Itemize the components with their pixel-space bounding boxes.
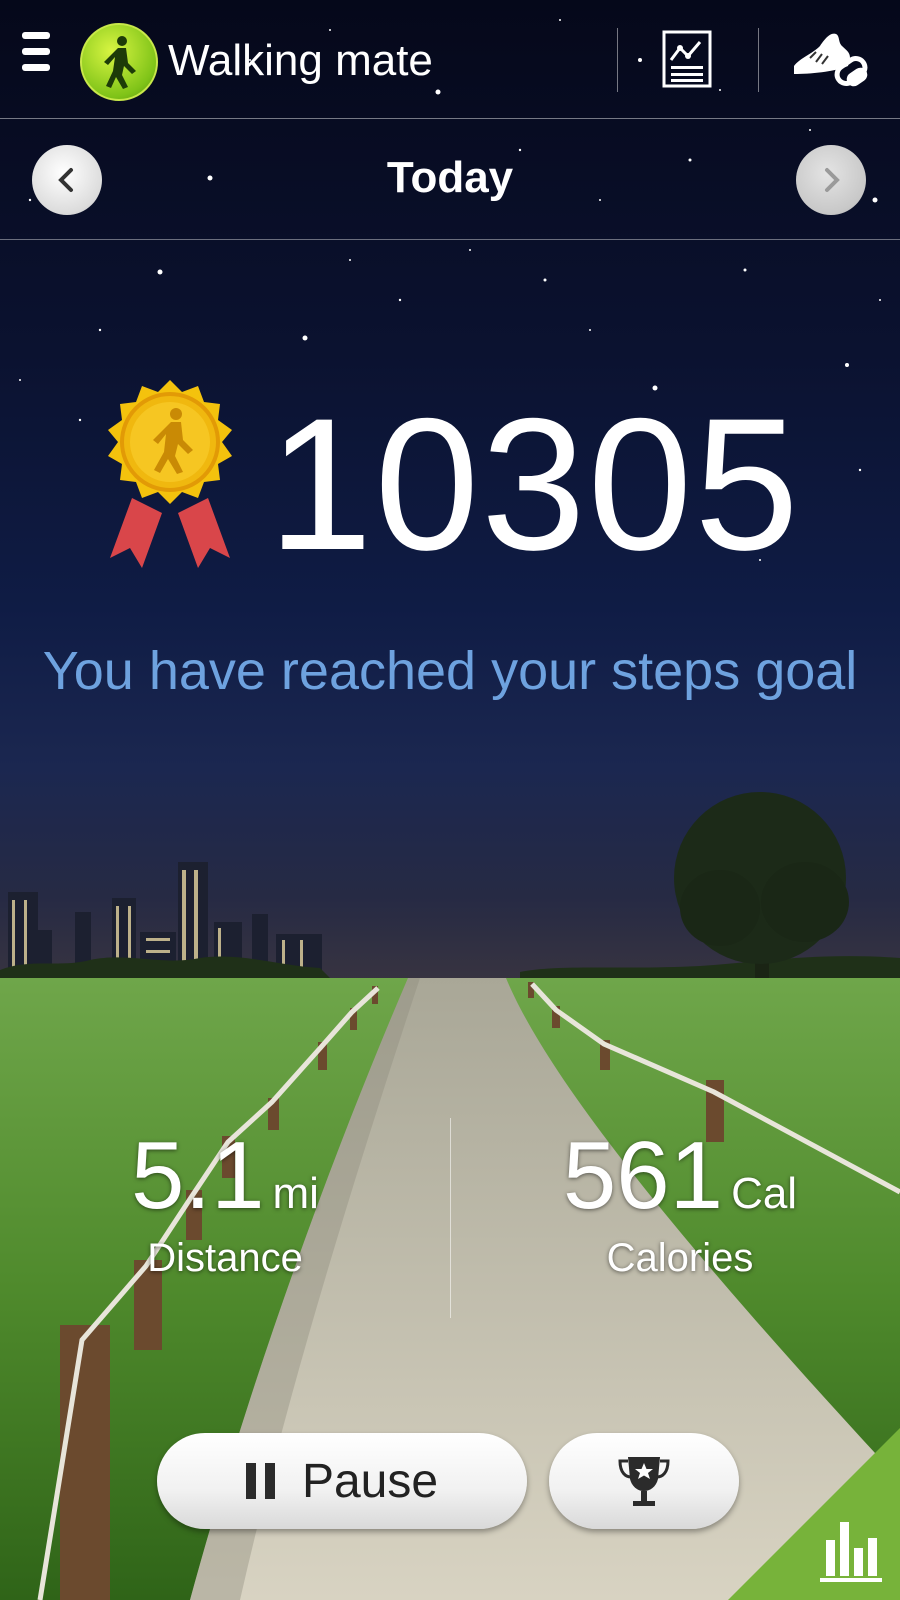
chevron-right-icon [825, 168, 840, 192]
stats-divider [450, 1118, 451, 1318]
calories-label: Calories [606, 1236, 754, 1280]
calories-stat: 561 Cal Calories [555, 1128, 805, 1281]
distance-value: 5.1 [131, 1122, 265, 1229]
distance-label: Distance [147, 1236, 303, 1280]
date-title: Today [386, 153, 514, 202]
goal-message: You have reached your steps goal [42, 641, 858, 701]
app-header: Walking mate [0, 0, 900, 119]
distance-stat: 5.1 mi Distance [110, 1128, 340, 1281]
calories-value: 561 [562, 1122, 724, 1229]
distance-unit: mi [272, 1169, 319, 1218]
trophy-icon [618, 1457, 670, 1506]
date-navigation: Today [0, 119, 900, 240]
chart-report-icon[interactable] [662, 30, 712, 88]
shoe-link-icon[interactable] [790, 28, 870, 90]
statistics-corner-button[interactable] [728, 1428, 900, 1600]
calories-unit: Cal [731, 1169, 798, 1218]
menu-icon[interactable] [22, 32, 52, 84]
step-count: 10305 [268, 379, 801, 589]
walker-logo-icon [80, 23, 158, 101]
pause-label: Pause [301, 1454, 439, 1508]
medal-icon [92, 378, 248, 583]
header-divider [758, 28, 759, 92]
app-title: Walking mate [168, 36, 433, 85]
pause-icon [245, 1463, 284, 1499]
walking-mate-screen: Walking mate Today 10305 You have reache… [0, 0, 900, 1600]
header-divider [617, 28, 618, 92]
achievements-button[interactable] [549, 1433, 739, 1529]
pause-button[interactable]: Pause [157, 1433, 527, 1529]
next-day-button[interactable] [796, 145, 866, 215]
